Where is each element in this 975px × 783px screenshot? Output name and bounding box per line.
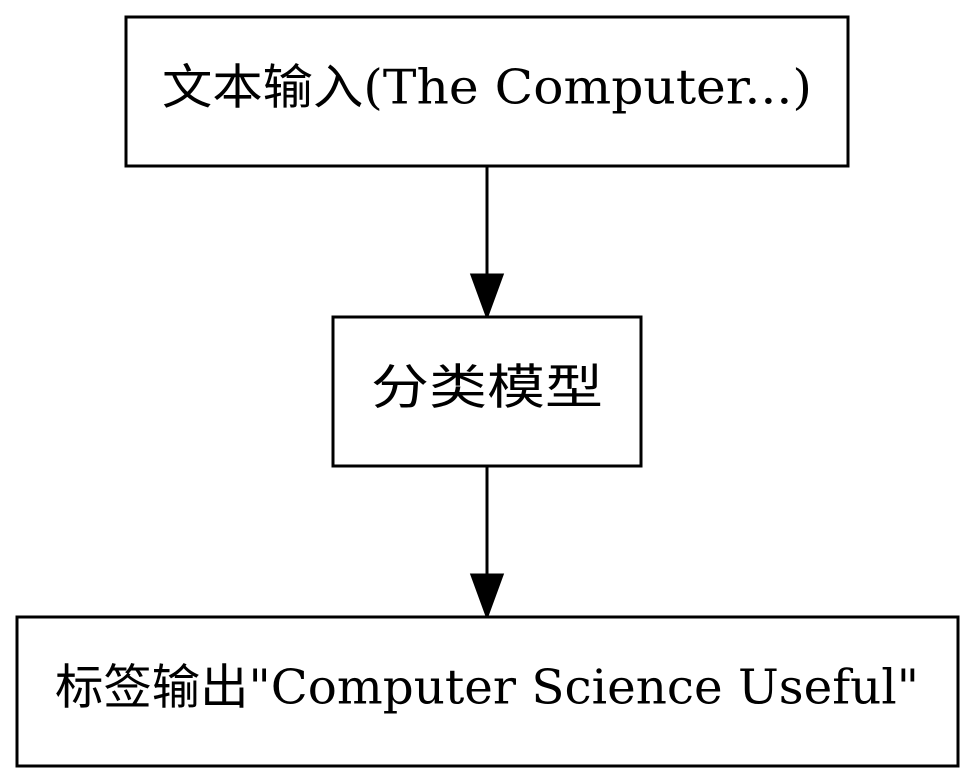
node-classification-model-label: 分类模型 — [371, 360, 603, 416]
node-text-input: 文本输入(The Computer...) — [124, 15, 850, 168]
edge-model-to-output-arrowhead — [469, 573, 505, 621]
node-label-output: 标签输出"Computer Science Useful" — [15, 615, 960, 768]
flow-diagram: 文本输入(The Computer...) 分类模型 标签输出"Computer… — [15, 15, 960, 768]
node-text-input-label: 文本输入(The Computer...) — [162, 60, 812, 116]
node-classification-model: 分类模型 — [331, 315, 643, 468]
edge-input-to-model — [469, 166, 505, 321]
node-label-output-label: 标签输出"Computer Science Useful" — [55, 660, 919, 716]
edge-input-to-model-arrowhead — [469, 273, 505, 321]
edge-model-to-output — [469, 466, 505, 621]
